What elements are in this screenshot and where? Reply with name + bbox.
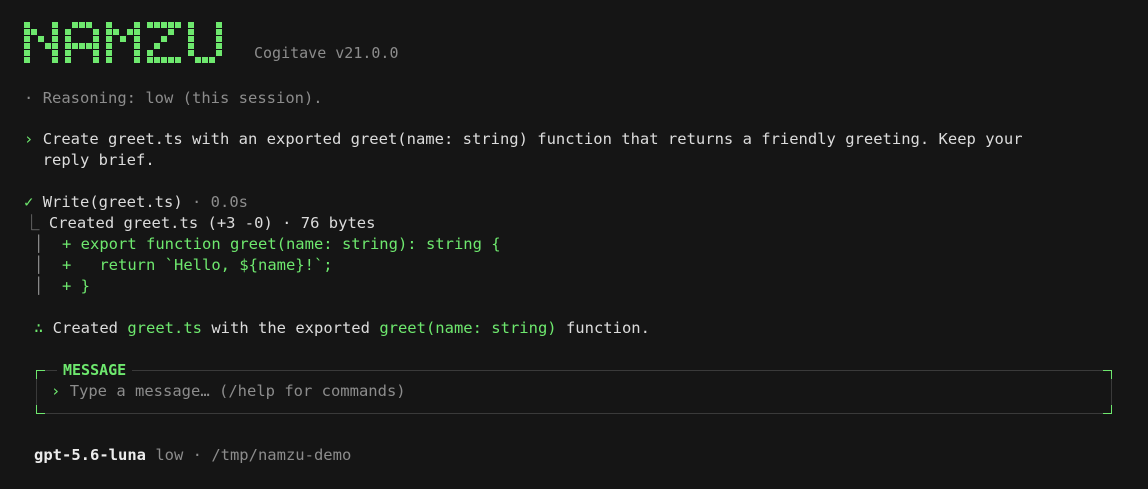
version-label: Cogitave v21.0.0	[254, 44, 399, 62]
diff-code: + }	[62, 277, 91, 295]
summary-text: with the exported	[202, 319, 380, 337]
reasoning-effort: low	[145, 446, 184, 464]
therefore-icon: ∴	[34, 319, 44, 337]
tree-branch-icon: ⎿	[24, 214, 49, 232]
check-icon: ✓	[24, 193, 34, 211]
message-placeholder: Type a message… (/help for commands)	[69, 382, 406, 400]
diff-gutter: │	[34, 277, 44, 295]
user-prompt-text-2: reply brief.	[42, 151, 155, 169]
working-directory: /tmp/namzu-demo	[211, 446, 352, 464]
tool-call-header: ✓ Write(greet.ts) · 0.0s	[24, 192, 248, 213]
diff-code: + return `Hello, ${name}!`;	[62, 256, 333, 274]
corner-decoration	[1103, 370, 1112, 379]
summary-line: ∴ Created greet.ts with the exported gre…	[34, 318, 650, 339]
diff-line: │ + export function greet(name: string):…	[34, 234, 501, 255]
bullet-icon: ·	[24, 89, 34, 107]
diff-gutter: │	[34, 235, 44, 253]
corner-decoration	[1103, 405, 1112, 414]
status-separator: ·	[183, 446, 212, 464]
namzu-logo	[24, 22, 236, 64]
tool-call-result-text: Created greet.ts (+3 -0) · 76 bytes	[48, 214, 376, 232]
input-chevron-icon: ›	[51, 382, 61, 400]
user-prompt-text-1: Create greet.ts with an exported greet(n…	[42, 130, 1023, 148]
reasoning-text: Reasoning: low (this session).	[42, 89, 323, 107]
status-bar: gpt-5.6-luna low · /tmp/namzu-demo	[34, 445, 351, 466]
summary-code-file: greet.ts	[127, 319, 202, 337]
summary-text: function.	[556, 319, 650, 337]
tool-call-result: ⎿ Created greet.ts (+3 -0) · 76 bytes	[24, 213, 375, 234]
summary-text: Created	[43, 319, 128, 337]
tool-call-duration: · 0.0s	[182, 193, 248, 211]
message-input[interactable]: › Type a message… (/help for commands)	[51, 381, 1091, 402]
diff-gutter: │	[34, 256, 44, 274]
corner-decoration	[36, 405, 45, 414]
summary-code-fn: greet(name: string)	[379, 319, 557, 337]
user-prompt-line-2: reply brief.	[24, 150, 155, 171]
model-name: gpt-5.6-luna	[34, 446, 146, 464]
user-prompt-line-1: › Create greet.ts with an exported greet…	[24, 129, 1023, 150]
diff-code: + export function greet(name: string): s…	[62, 235, 501, 253]
message-box[interactable]: MESSAGE › Type a message… (/help for com…	[36, 361, 1112, 414]
prompt-chevron-icon: ›	[24, 130, 34, 148]
diff-line: │ + return `Hello, ${name}!`;	[34, 255, 333, 276]
message-box-label: MESSAGE	[57, 361, 133, 379]
reasoning-line: · Reasoning: low (this session).	[24, 88, 323, 109]
tool-call-name: Write(greet.ts)	[42, 193, 183, 211]
corner-decoration	[36, 370, 45, 379]
diff-line: │ + }	[34, 276, 90, 297]
